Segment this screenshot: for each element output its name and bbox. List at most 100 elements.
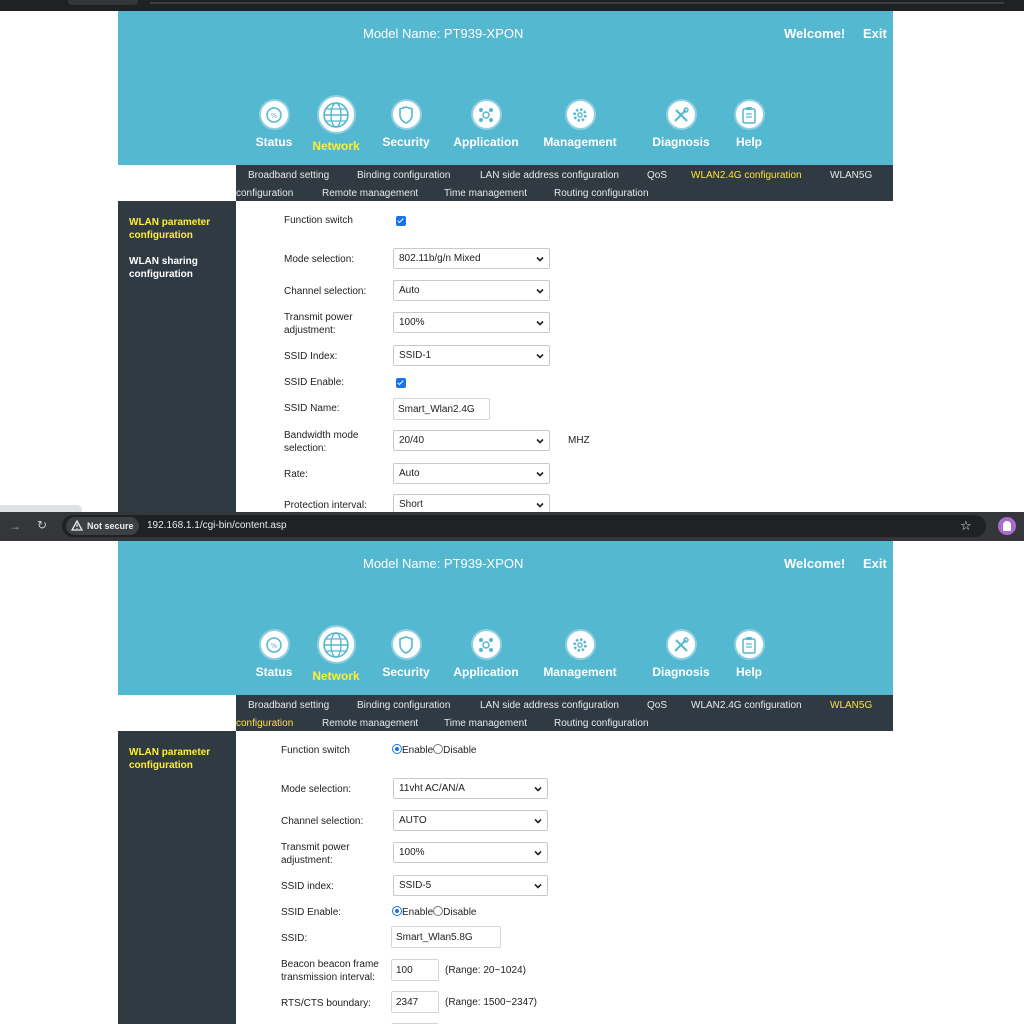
rts-cts-label: RTS/CTS boundary: bbox=[281, 998, 371, 1009]
rts-range-hint: (Range: 1500~2347) bbox=[445, 997, 538, 1008]
subnav-remote-management[interactable]: Remote management bbox=[322, 718, 418, 729]
ssid-enable-radio[interactable] bbox=[392, 906, 402, 916]
shield-icon bbox=[390, 629, 422, 660]
back-arrow-icon[interactable]: → bbox=[9, 519, 21, 533]
protection-interval-label: Protection interval: bbox=[284, 500, 367, 511]
rate-label: Rate: bbox=[284, 469, 308, 480]
subnav-wlan24g-configuration[interactable]: WLAN2.4G configuration bbox=[691, 700, 802, 711]
function-switch-label: Function switch bbox=[281, 745, 350, 756]
subnav-broadband-setting[interactable]: Broadband setting bbox=[248, 700, 329, 711]
chevron-down-icon bbox=[536, 320, 544, 326]
header: Model Name: PT939-XPON Welcome! Exit % S… bbox=[118, 541, 893, 695]
subnav-wlan24g-configuration[interactable]: WLAN2.4G configuration bbox=[691, 170, 802, 181]
beacon-range-hint: (Range: 20~1024) bbox=[445, 965, 526, 976]
subnav-time-management[interactable]: Time management bbox=[444, 718, 527, 729]
warning-icon bbox=[71, 520, 83, 531]
header: Model Name: PT939-XPON Welcome! Exit % S… bbox=[118, 11, 893, 165]
nav-security[interactable]: Security bbox=[364, 99, 448, 159]
chevron-down-icon bbox=[536, 438, 544, 444]
function-switch-checkbox[interactable] bbox=[396, 216, 406, 226]
bookmark-star-icon[interactable]: ☆ bbox=[960, 518, 972, 534]
browser-tab[interactable] bbox=[68, 0, 138, 5]
profile-avatar-icon[interactable] bbox=[998, 517, 1016, 535]
ssid-enable-checkbox[interactable] bbox=[396, 378, 406, 388]
ssid-name-input[interactable]: Smart_Wlan2.4G bbox=[393, 398, 490, 420]
subnav-time-management[interactable]: Time management bbox=[444, 188, 527, 199]
url-text[interactable]: 192.168.1.1/cgi-bin/content.asp bbox=[147, 520, 287, 531]
nav-management[interactable]: Management bbox=[538, 99, 622, 159]
sidebar: WLAN parameter configuration WLAN sharin… bbox=[118, 201, 236, 512]
select-value: Auto bbox=[399, 285, 420, 296]
channel-selection-select[interactable]: AUTO bbox=[393, 810, 548, 831]
mode-selection-label: Mode selection: bbox=[281, 784, 352, 795]
mode-selection-select[interactable]: 802.11b/g/n Mixed bbox=[393, 248, 550, 269]
function-switch-disable-radio[interactable] bbox=[433, 744, 444, 754]
nav-help[interactable]: Help bbox=[707, 99, 791, 159]
subnav-qos[interactable]: QoS bbox=[647, 170, 667, 181]
model-name: Model Name: PT939-XPON bbox=[363, 556, 524, 571]
bandwidth-mode-select[interactable]: 20/40 bbox=[393, 430, 550, 451]
exit-link[interactable]: Exit bbox=[863, 26, 887, 41]
ssid-index-label: SSID Index: bbox=[284, 351, 338, 362]
select-value: AUTO bbox=[399, 815, 427, 826]
wlan24-form: Function switch Mode selection: 802.11b/… bbox=[236, 201, 893, 512]
subnav-broadband-setting[interactable]: Broadband setting bbox=[248, 170, 329, 181]
nav-management[interactable]: Management bbox=[538, 629, 622, 689]
reload-icon[interactable]: ↻ bbox=[37, 518, 47, 532]
subnav-wlan5g-configuration[interactable]: configuration bbox=[236, 188, 293, 199]
ssid-enable-label: SSID Enable: bbox=[284, 377, 345, 388]
select-value: 20/40 bbox=[399, 435, 425, 446]
subnav-qos[interactable]: QoS bbox=[647, 700, 667, 711]
channel-selection-select[interactable]: Auto bbox=[393, 280, 550, 301]
function-switch-radio-group: Enable Disable bbox=[392, 744, 477, 756]
nav-label: Security bbox=[382, 135, 430, 149]
chevron-down-icon bbox=[536, 288, 544, 294]
nav-help[interactable]: Help bbox=[707, 629, 791, 689]
sidebar-item-wlan-sharing[interactable]: WLAN sharing configuration bbox=[129, 255, 229, 281]
ssid-index-label: SSID index: bbox=[281, 881, 334, 892]
ssid-input[interactable]: Smart_Wlan5.8G bbox=[391, 926, 501, 948]
mode-selection-select[interactable]: 11vht AC/AN/A bbox=[393, 778, 548, 799]
channel-selection-label: Channel selection: bbox=[281, 816, 364, 827]
nav-application[interactable]: Application bbox=[444, 99, 528, 159]
transmit-power-select[interactable]: 100% bbox=[393, 312, 550, 333]
router-page-wlan24: Model Name: PT939-XPON Welcome! Exit % S… bbox=[118, 11, 893, 512]
globe-icon bbox=[316, 95, 356, 134]
subnav-lan-side-address[interactable]: LAN side address configuration bbox=[480, 170, 619, 181]
sidebar-item-wlan-parameter[interactable]: WLAN parameter configuration bbox=[129, 216, 229, 242]
subnav-routing-configuration[interactable]: Routing configuration bbox=[554, 718, 649, 729]
welcome-text: Welcome! bbox=[784, 556, 846, 571]
tools-icon bbox=[665, 629, 697, 660]
radio-label: Disable bbox=[443, 907, 477, 918]
subnav-binding-configuration[interactable]: Binding configuration bbox=[357, 700, 450, 711]
subnav-remote-management[interactable]: Remote management bbox=[322, 188, 418, 199]
ssid-enable-label: SSID Enable: bbox=[281, 907, 342, 918]
chevron-down-icon bbox=[534, 883, 542, 889]
sub-navigation: Broadband setting Binding configuration … bbox=[236, 695, 893, 731]
nav-label: Help bbox=[735, 135, 762, 149]
transmit-power-select[interactable]: 100% bbox=[393, 842, 548, 863]
subnav-wlan5g[interactable]: WLAN5G bbox=[830, 700, 872, 711]
sidebar-item-wlan-parameter[interactable]: WLAN parameter configuration bbox=[129, 746, 229, 772]
ssid-disable-radio[interactable] bbox=[433, 906, 444, 916]
subnav-wlan5g[interactable]: WLAN5G bbox=[830, 170, 872, 181]
model-name: Model Name: PT939-XPON bbox=[363, 26, 524, 41]
nav-security[interactable]: Security bbox=[364, 629, 448, 689]
ssid-index-select[interactable]: SSID-5 bbox=[393, 875, 548, 896]
subnav-routing-configuration[interactable]: Routing configuration bbox=[554, 188, 649, 199]
transmit-power-label: Transmit power adjustment: bbox=[281, 842, 350, 866]
sidebar: WLAN parameter configuration bbox=[118, 731, 236, 1024]
function-switch-enable-radio[interactable] bbox=[392, 744, 402, 754]
rts-cts-input[interactable]: 2347 bbox=[391, 991, 439, 1013]
gear-icon bbox=[564, 629, 596, 660]
subnav-wlan5g-configuration[interactable]: configuration bbox=[236, 718, 293, 729]
exit-link[interactable]: Exit bbox=[863, 556, 887, 571]
subnav-lan-side-address[interactable]: LAN side address configuration bbox=[480, 700, 619, 711]
protection-interval-select[interactable]: Short bbox=[393, 494, 550, 512]
subnav-binding-configuration[interactable]: Binding configuration bbox=[357, 170, 450, 181]
chevron-down-icon bbox=[536, 353, 544, 359]
nav-application[interactable]: Application bbox=[444, 629, 528, 689]
ssid-index-select[interactable]: SSID-1 bbox=[393, 345, 550, 366]
rate-select[interactable]: Auto bbox=[393, 463, 550, 484]
beacon-interval-input[interactable]: 100 bbox=[391, 959, 439, 981]
